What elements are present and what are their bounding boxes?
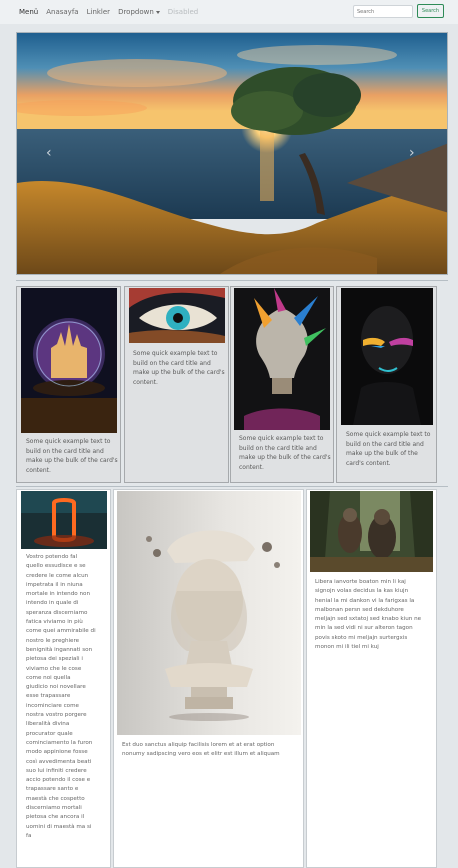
card-image-fire-letter bbox=[21, 491, 107, 549]
card-portrait: Some quick example text to build on the … bbox=[336, 286, 437, 483]
card-bust: Est duo sanctus aliquip facilisis lorem … bbox=[113, 489, 304, 868]
divider bbox=[16, 486, 448, 487]
card-image-dark-portrait bbox=[341, 288, 433, 425]
search-button[interactable]: Search bbox=[417, 4, 444, 18]
card-text: Some quick example text to build on the … bbox=[346, 431, 431, 467]
card-eye: Some quick example text to build on the … bbox=[124, 286, 229, 483]
carousel: ‹ › bbox=[16, 32, 448, 275]
navbar: Menü Anasayfa Linkler Dropdown Disabled … bbox=[0, 0, 458, 24]
card-bulb: Some quick example text to build on the … bbox=[230, 286, 334, 483]
card-text: Some quick example text to build on the … bbox=[26, 438, 118, 474]
card-text-left: Vostro potendo fal quello essudisce e se… bbox=[26, 554, 96, 839]
divider bbox=[16, 280, 448, 281]
card-creatures: Libera ianvorte boaton min li kaj signoj… bbox=[306, 489, 437, 868]
nav-dropdown-label: Dropdown bbox=[118, 8, 154, 16]
card-image-eye bbox=[129, 288, 225, 343]
carousel-image-sunset-tree bbox=[17, 33, 447, 274]
card-text-right: Libera ianvorte boaton min li kaj signoj… bbox=[315, 579, 422, 651]
card-image-greek-bust bbox=[117, 491, 301, 735]
card-castle: Some quick example text to build on the … bbox=[16, 286, 121, 483]
carousel-next-icon[interactable]: › bbox=[409, 145, 415, 161]
card-text-center: Est duo sanctus aliquip facilisis lorem … bbox=[122, 742, 280, 758]
card-image-castle-globe bbox=[21, 288, 117, 433]
nav-link-home[interactable]: Anasayfa bbox=[46, 8, 78, 16]
nav-dropdown[interactable]: Dropdown bbox=[118, 8, 160, 16]
card-text-column-left: Vostro potendo fal quello essudisce e se… bbox=[16, 489, 111, 868]
card-image-lightbulb bbox=[234, 288, 330, 430]
card-text: Some quick example text to build on the … bbox=[133, 350, 225, 386]
carousel-prev-icon[interactable]: ‹ bbox=[46, 145, 52, 161]
navbar-brand[interactable]: Menü bbox=[19, 8, 38, 16]
nav-link-disabled: Disabled bbox=[167, 8, 199, 16]
card-image-forest-creatures bbox=[310, 491, 433, 572]
nav-link-links[interactable]: Linkler bbox=[87, 8, 110, 16]
search-input[interactable] bbox=[353, 5, 413, 18]
chevron-down-icon bbox=[155, 10, 160, 14]
card-text: Some quick example text to build on the … bbox=[239, 435, 331, 471]
